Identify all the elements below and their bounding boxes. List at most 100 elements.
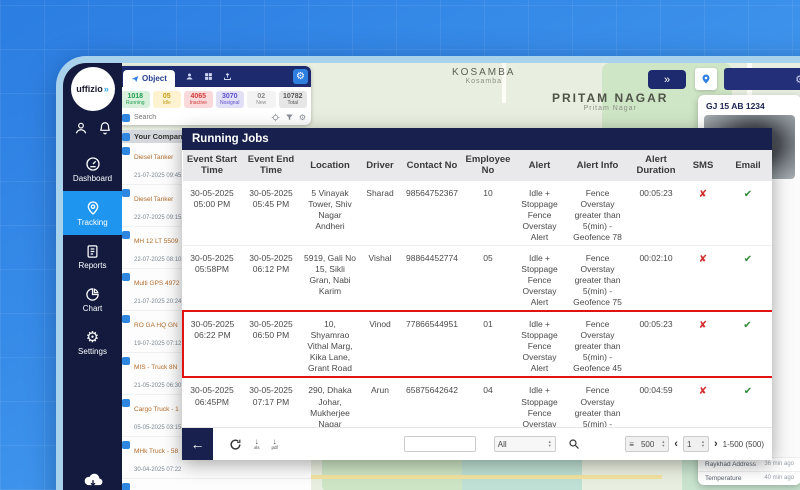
select-all-checkbox[interactable]: [122, 114, 130, 122]
panel-gear-icon[interactable]: ⚙: [299, 113, 306, 122]
search-icon[interactable]: [568, 438, 580, 450]
user-icon[interactable]: [74, 121, 88, 135]
sidebar-item-dashboard[interactable]: Dashboard: [63, 147, 122, 191]
col-employee[interactable]: Employee No: [463, 150, 513, 181]
status-chip[interactable]: 3070 Nosignal: [216, 91, 245, 108]
cell-employee: 04: [463, 377, 513, 427]
locate-vehicle-button[interactable]: [695, 68, 717, 90]
col-event-start[interactable]: Event Start Time: [183, 150, 241, 181]
sms-status-icon: ✘: [683, 246, 723, 312]
cell-end: 30-05-2025 06:12 PM: [241, 246, 301, 312]
vehicle-checkbox[interactable]: [122, 189, 130, 197]
vehicle-checkbox[interactable]: [122, 231, 130, 239]
object-settings-gear-icon[interactable]: ⚙: [293, 69, 308, 84]
vehicle-date: 05-05-2025 03:15: [134, 425, 181, 431]
share-tab-icon[interactable]: [223, 72, 232, 81]
cell-driver: Arun: [359, 377, 401, 427]
prev-page-button[interactable]: ‹: [674, 438, 678, 450]
status-chip[interactable]: 10782 Total: [279, 91, 308, 108]
vehicle-checkbox[interactable]: [122, 357, 130, 365]
status-chip[interactable]: 4065 Inactive: [184, 91, 213, 108]
col-email[interactable]: Email: [723, 150, 772, 181]
cell-location: 10, Shyamrao Vithal Marg, Kika Lane, Gra…: [301, 311, 359, 377]
sidebar-item-reports[interactable]: Reports: [63, 235, 122, 278]
jobs-table-wrap: Event Start Time Event End Time Location…: [182, 150, 772, 427]
cloud-download-icon[interactable]: [83, 473, 103, 489]
object-search-input[interactable]: [134, 114, 267, 121]
vehicle-list-item[interactable]: Tanker MH 12 27-04-2025 07:18: [117, 479, 311, 490]
status-chip[interactable]: 02 New: [247, 91, 276, 108]
cell-employee: 01: [463, 311, 513, 377]
tab-object[interactable]: Object: [123, 70, 175, 87]
status-chip[interactable]: 1018 Running: [121, 91, 150, 108]
jobs-header-row: Event Start Time Event End Time Location…: [183, 150, 772, 181]
back-button[interactable]: ←: [182, 428, 213, 461]
vehicle-tab-icon[interactable]: [185, 72, 194, 81]
cell-employee: 05: [463, 246, 513, 312]
col-alert-info[interactable]: Alert Info: [566, 150, 629, 181]
vehicle-checkbox[interactable]: [122, 441, 130, 449]
vehicle-checkbox[interactable]: [122, 273, 130, 281]
jobs-search-input[interactable]: [404, 436, 476, 452]
vehicle-checkbox[interactable]: [122, 483, 130, 490]
company-label: Your Company: [134, 132, 187, 141]
settings-gear-icon: ⚙: [86, 330, 99, 345]
col-event-end[interactable]: Event End Time: [241, 150, 301, 181]
cell-location: 5919, Gali No 15, Sikli Gran, Nabi Karim: [301, 246, 359, 312]
vehicle-checkbox[interactable]: [122, 147, 130, 155]
page-number-input[interactable]: 1 ▲▼: [683, 436, 709, 452]
cell-location: 290, Dhaka Johar, Mukherjee Nagar: [301, 377, 359, 427]
sidebar-item-chart[interactable]: Chart: [63, 278, 122, 321]
vehicle-plate: GJ 15 AB 1234: [698, 95, 800, 115]
jobs-table-row[interactable]: 30-05-2025 06:45PM 30-05-2025 07:17 PM 2…: [183, 377, 772, 427]
crosshair-icon[interactable]: [271, 113, 280, 122]
cell-driver: Vishal: [359, 246, 401, 312]
vehicle-name: RO GA HQ GN: [134, 322, 178, 329]
cell-duration: 00:05:23: [629, 181, 683, 246]
next-page-button[interactable]: ›: [714, 438, 718, 450]
refresh-icon[interactable]: [229, 438, 242, 451]
cell-duration: 00:02:10: [629, 246, 683, 312]
object-panel: Object ⚙: [117, 66, 311, 125]
vehicle-card-rows: Raykhad Address 36 min ago Temperature 4…: [698, 457, 800, 485]
filter-icon[interactable]: [285, 113, 294, 122]
email-status-icon: ✔: [723, 181, 772, 246]
map-gear-icon[interactable]: ⚙: [795, 73, 800, 86]
bell-icon[interactable]: [98, 121, 112, 135]
col-sms[interactable]: SMS: [683, 150, 723, 181]
col-location[interactable]: Location: [301, 150, 359, 181]
vehicle-name: MH 12 LT 5509: [134, 238, 178, 245]
cell-duration: 00:04:59: [629, 377, 683, 427]
cell-contact: 77866544951: [401, 311, 463, 377]
sidebar: uffizio Dashboard: [63, 63, 122, 490]
cell-duration: 00:05:23: [629, 311, 683, 377]
jobs-table-row[interactable]: 30-05-2025 05:00 PM 30-05-2025 05:45 PM …: [183, 181, 772, 246]
vehicle-checkbox[interactable]: [122, 315, 130, 323]
sidebar-item-settings[interactable]: ⚙ Settings: [63, 321, 122, 364]
jobs-table-row[interactable]: 30-05-2025 06:22 PM 30-05-2025 06:50 PM …: [183, 311, 772, 377]
company-checkbox[interactable]: [122, 133, 130, 141]
jobs-filter-select[interactable]: All ▲▼: [494, 436, 556, 452]
app-window: KOSAMBA Kosamba PRITAM NAGAR Pritam Naga…: [63, 63, 800, 490]
pagination-range: 1-500 (500): [723, 440, 764, 449]
vehicle-date: 22-07-2025 08:10: [134, 257, 181, 263]
status-chip[interactable]: 05 Idle: [153, 91, 182, 108]
col-driver[interactable]: Driver: [359, 150, 401, 181]
uffizio-logo: uffizio: [71, 67, 115, 111]
grid-tab-icon[interactable]: [204, 72, 213, 81]
vehicle-date: 30-04-2025 07:22: [134, 467, 181, 473]
export-pdf-button[interactable]: ↓ pdf: [272, 438, 278, 451]
page-size-select[interactable]: ≡ 500 ▲▼: [625, 436, 669, 452]
col-alert-duration[interactable]: Alert Duration: [629, 150, 683, 181]
sms-status-icon: ✘: [683, 311, 723, 377]
sidebar-item-label: Chart: [83, 304, 103, 313]
col-alert[interactable]: Alert: [513, 150, 566, 181]
jobs-table: Event Start Time Event End Time Location…: [182, 150, 772, 427]
jobs-table-row[interactable]: 30-05-2025 05:58PM 30-05-2025 06:12 PM 5…: [183, 246, 772, 312]
col-contact[interactable]: Contact No: [401, 150, 463, 181]
sidebar-item-tracking[interactable]: Tracking: [63, 191, 122, 235]
map-options-bar[interactable]: ⚙: [724, 68, 800, 90]
export-xls-button[interactable]: ↓ xls: [254, 438, 260, 451]
vehicle-checkbox[interactable]: [122, 399, 130, 407]
expand-panel-button[interactable]: »: [648, 70, 686, 89]
